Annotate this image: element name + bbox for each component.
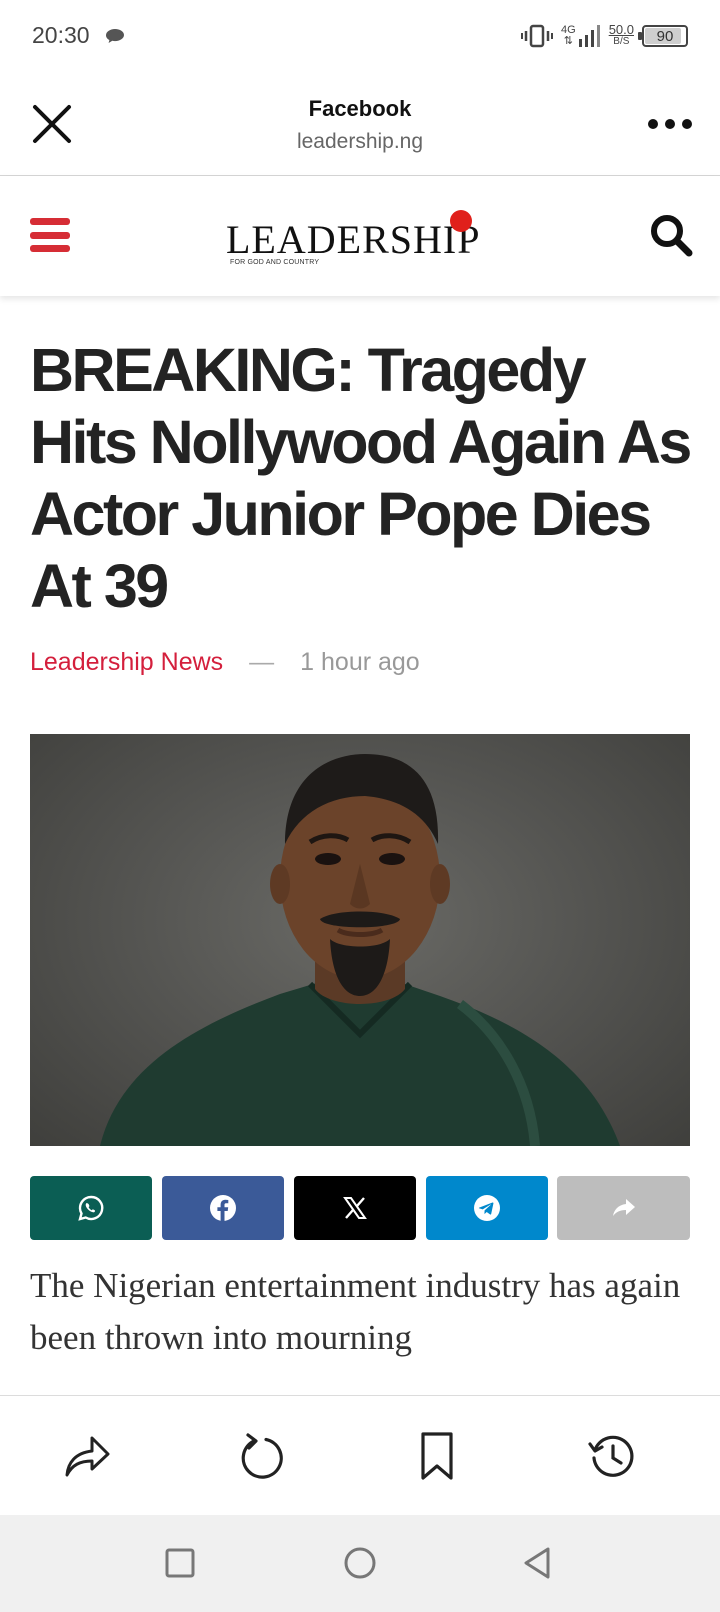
refresh-icon[interactable] [236, 1430, 288, 1482]
signal-bars-icon [578, 25, 600, 47]
battery-nub [638, 32, 642, 40]
site-header: LEADERSHIP FOR GOD AND COUNTRY [0, 176, 720, 296]
system-navigation-bar [0, 1515, 720, 1612]
portrait-illustration [100, 754, 620, 1146]
meta-separator: — [249, 648, 275, 676]
facebook-icon [210, 1195, 236, 1221]
network-signal: 4G ⇅ [561, 25, 601, 47]
battery-indicator: 90 [638, 25, 688, 47]
logo-tagline: FOR GOD AND COUNTRY [230, 259, 320, 266]
status-bar: 20:30 4G ⇅ 50.0 B/S 90 [0, 0, 720, 72]
recents-icon[interactable] [162, 1545, 198, 1581]
browser-bottom-toolbar [0, 1395, 720, 1515]
vibrate-icon [521, 24, 553, 48]
status-indicators: 4G ⇅ 50.0 B/S 90 [521, 20, 688, 52]
browser-title: Facebook [308, 96, 412, 121]
article-photo[interactable] [30, 734, 690, 1146]
bookmark-icon[interactable] [411, 1430, 463, 1482]
menu-line [30, 231, 70, 239]
menu-line [30, 218, 70, 225]
share-arrow-icon [612, 1199, 635, 1216]
telegram-share-button[interactable] [426, 1176, 548, 1240]
share-icon[interactable] [62, 1430, 114, 1482]
x-share-button[interactable] [294, 1176, 416, 1240]
logo-dot [450, 210, 472, 232]
back-icon[interactable] [520, 1545, 556, 1581]
hamburger-menu-icon[interactable] [30, 218, 70, 252]
site-logo[interactable]: LEADERSHIP FOR GOD AND COUNTRY [226, 210, 496, 276]
article-time: 1 hour ago [300, 648, 420, 676]
article-body: The Nigerian entertainment industry has … [30, 1266, 681, 1357]
whatsapp-share-button[interactable] [30, 1176, 152, 1240]
chat-notification-icon [106, 29, 124, 43]
more-dot [682, 119, 692, 129]
history-icon[interactable] [586, 1430, 638, 1482]
home-icon[interactable] [342, 1545, 378, 1581]
data-arrows-icon: ⇅ [563, 35, 573, 47]
share-buttons [30, 1176, 690, 1240]
more-share-button[interactable] [557, 1176, 690, 1240]
more-dot [665, 119, 675, 129]
facebook-share-button[interactable] [162, 1176, 284, 1240]
menu-line [30, 245, 70, 252]
article-meta: Leadership News — 1 hour ago [30, 648, 420, 677]
more-options-icon[interactable] [648, 112, 692, 136]
browser-url[interactable]: leadership.ng [0, 130, 720, 154]
battery-level: 90 [656, 27, 674, 45]
x-icon [343, 1197, 367, 1219]
more-dot [648, 119, 658, 129]
article-headline: BREAKING: Tragedy Hits Nollywood Again A… [30, 336, 692, 620]
telegram-icon [474, 1195, 500, 1221]
whatsapp-icon [78, 1195, 104, 1221]
network-type: 4G ⇅ [561, 24, 576, 47]
network-speed: 50.0 B/S [608, 22, 634, 47]
article-author[interactable]: Leadership News [30, 648, 223, 677]
search-icon[interactable] [648, 212, 694, 258]
browser-header: Facebook leadership.ng [0, 72, 720, 176]
status-time: 20:30 [32, 22, 90, 48]
